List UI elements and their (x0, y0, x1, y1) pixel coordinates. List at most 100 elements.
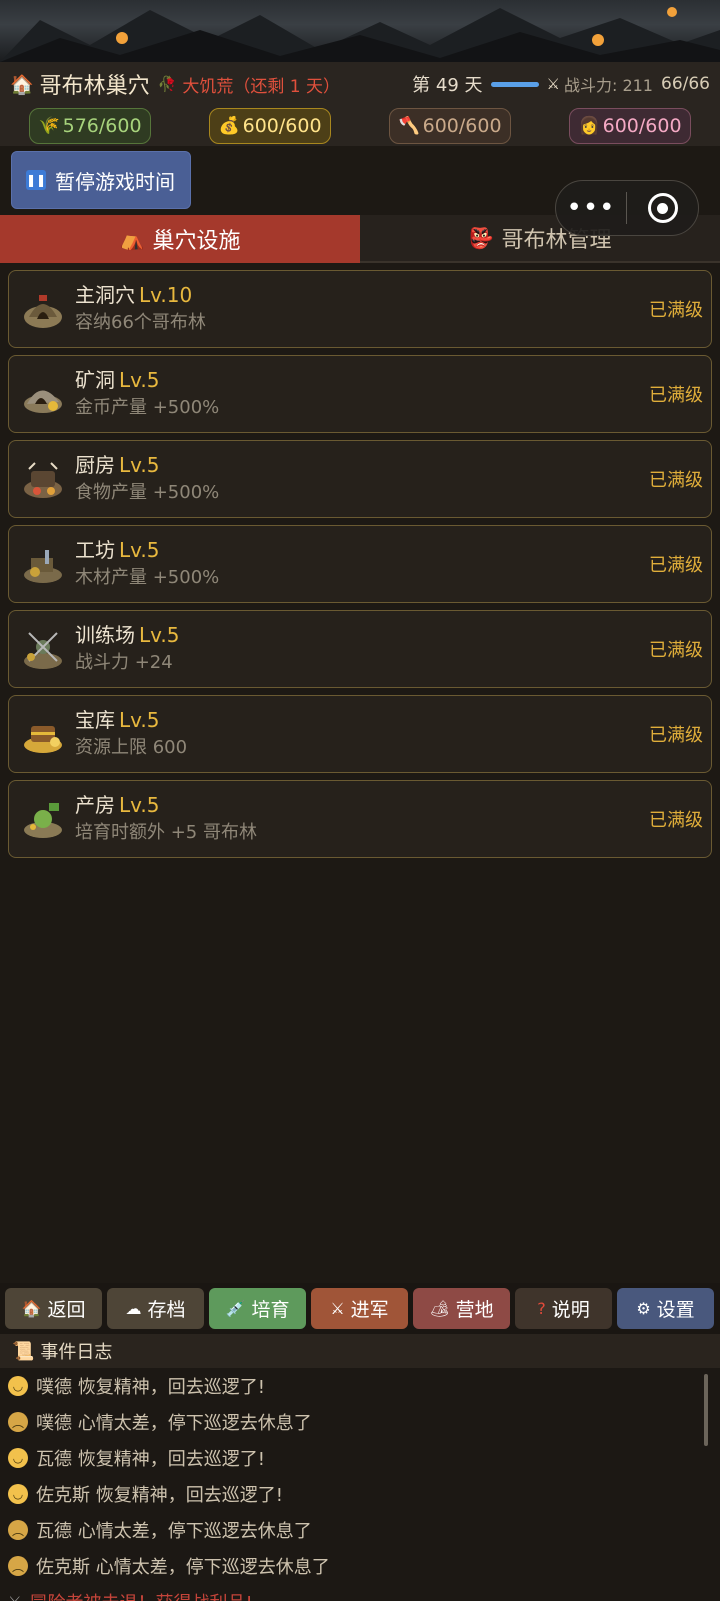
facility-list: 主洞穴 Lv.10 容纳66个哥布林 已满级 矿洞 Lv.5 金币产量 +500% … (8, 270, 712, 865)
facility-card-main-cave[interactable]: 主洞穴 Lv.10 容纳66个哥布林 已满级 (8, 270, 712, 348)
save-button[interactable]: ☁ 存档 (107, 1288, 204, 1329)
happy-face-icon: ◡ (8, 1484, 28, 1504)
wood-value: 600/600 (422, 115, 502, 137)
log-entry: ︵ 佐克斯 心情太差，停下巡逻去休息了 (0, 1548, 720, 1584)
page-title: 哥布林巢穴 (39, 74, 150, 99)
day-counter: 第 49 天 (412, 75, 483, 96)
facility-status: 已满级 (649, 810, 703, 831)
march-label: 进军 (350, 1299, 389, 1321)
facility-level: Lv.5 (119, 453, 160, 477)
event-log-header: 📜 事件日志 (0, 1334, 720, 1368)
breed-button[interactable]: 💉 培育 (209, 1288, 306, 1329)
camp-label: 营地 (455, 1299, 494, 1321)
resource-women: 👩 600/600 (569, 108, 691, 144)
question-icon: ? (537, 1299, 546, 1318)
wheat-icon: 🌾 (38, 116, 60, 136)
facility-name: 矿洞 (75, 368, 115, 392)
axe-icon: 🪓 (398, 116, 420, 136)
log-entry: ◡ 瓦德 恢复精神，回去巡逻了! (0, 1440, 720, 1476)
facility-status: 已满级 (649, 640, 703, 661)
facility-status: 已满级 (649, 555, 703, 576)
swords-icon: ⚔ (8, 1593, 21, 1601)
facility-effect: 食物产量 +500% (75, 482, 220, 503)
sad-face-icon: ︵ (8, 1520, 28, 1540)
resource-wood: 🪓 600/600 (389, 108, 511, 144)
woman-icon: 👩 (578, 116, 600, 136)
event-log-title: 事件日志 (40, 1342, 113, 1363)
log-scrollbar[interactable] (704, 1374, 708, 1446)
log-entry: ︵ 瓦德 心情太差，停下巡逻去休息了 (0, 1512, 720, 1548)
help-label: 说明 (551, 1299, 590, 1321)
money-bag-icon: 💰 (218, 116, 240, 136)
resource-bar: 🌾 576/600 💰 600/600 🪓 600/600 👩 600/600 (0, 106, 720, 146)
happy-face-icon: ◡ (8, 1376, 28, 1396)
facility-card-nursery[interactable]: 产房 Lv.5 培育时额外 +5 哥布林 已满级 (8, 780, 712, 858)
march-button[interactable]: ⚔ 进军 (311, 1288, 408, 1329)
swords-icon: ⚔ (330, 1299, 345, 1318)
facility-card-treasury[interactable]: 宝库 Lv.5 资源上限 600 已满级 (8, 695, 712, 773)
pause-game-button[interactable]: ❚❚ 暂停游戏时间 (11, 151, 191, 209)
log-text: 瓦德 心情太差，停下巡逻去休息了 (36, 1521, 312, 1542)
settings-button[interactable]: ⚙ 设置 (617, 1288, 714, 1329)
facility-effect: 战斗力 +24 (75, 652, 173, 673)
facility-card-mine[interactable]: 矿洞 Lv.5 金币产量 +500% 已满级 (8, 355, 712, 433)
close-miniprogram-button[interactable] (627, 193, 698, 223)
tab-facilities-label: 巢穴设施 (152, 229, 241, 254)
combat-power: 战斗力: 211 (563, 76, 653, 95)
log-text: 噗德 恢复精神，回去巡逻了! (36, 1377, 265, 1398)
facility-card-training-ground[interactable]: 训练场 Lv.5 战斗力 +24 已满级 (8, 610, 712, 688)
bottom-nav: 🏠 返回 ☁ 存档 💉 培育 ⚔ 进军 🏕 营地 ? 说明 ⚙ 设置 (0, 1283, 720, 1334)
more-menu-icon[interactable]: ••• (556, 180, 626, 236)
day-progress-bar (490, 81, 539, 87)
facility-status: 已满级 (649, 385, 703, 406)
pause-icon: ❚❚ (26, 170, 46, 190)
event-log: ◡ 噗德 恢复精神，回去巡逻了! ︵ 噗德 心情太差，停下巡逻去休息了 ◡ 瓦德 恢复… (0, 1368, 720, 1601)
swords-icon: ⚔ (546, 75, 560, 93)
facility-card-workshop[interactable]: 工坊 Lv.5 木材产量 +500% 已满级 (8, 525, 712, 603)
facility-card-kitchen[interactable]: 厨房 Lv.5 食物产量 +500% 已满级 (8, 440, 712, 518)
facility-level: Lv.10 (139, 283, 193, 307)
save-label: 存档 (147, 1299, 186, 1321)
log-entry: ◡ 佐克斯 恢复精神，回去巡逻了! (0, 1476, 720, 1512)
back-label: 返回 (47, 1299, 86, 1321)
log-entry: ⚔ 冒险者被击退！获得战利品! (0, 1584, 720, 1601)
record-icon (647, 193, 678, 223)
happy-face-icon: ◡ (8, 1448, 28, 1468)
women-value: 600/600 (602, 115, 682, 137)
log-entry: ◡ 噗德 恢复精神，回去巡逻了! (0, 1368, 720, 1404)
settings-label: 设置 (656, 1299, 695, 1321)
back-button[interactable]: 🏠 返回 (5, 1288, 102, 1329)
camp-icon: 🏕 (429, 1299, 450, 1318)
facility-effect: 培育时额外 +5 哥布林 (75, 822, 257, 843)
facility-name: 产房 (75, 793, 115, 817)
facility-effect: 金币产量 +500% (75, 397, 220, 418)
facility-status: 已满级 (649, 725, 703, 746)
home-icon: 🏠 (10, 73, 34, 96)
pause-label: 暂停游戏时间 (55, 169, 175, 194)
log-text: 瓦德 恢复精神，回去巡逻了! (36, 1449, 265, 1470)
log-text: 噗德 心情太差，停下巡逻去休息了 (36, 1413, 312, 1434)
resource-food: 🌾 576/600 (29, 108, 151, 144)
camp-button[interactable]: 🏕 营地 (413, 1288, 510, 1329)
breed-label: 培育 (251, 1299, 290, 1321)
tent-icon: ⛺ (119, 227, 145, 251)
cave-icon (24, 295, 62, 328)
nursery-icon (24, 803, 62, 838)
mine-icon (24, 390, 62, 413)
treasure-icon (24, 726, 62, 753)
help-button[interactable]: ? 说明 (515, 1288, 612, 1329)
food-value: 576/600 (62, 115, 142, 137)
goblin-mask-icon: 👺 (468, 226, 494, 250)
log-entry: ︵ 噗德 心情太差，停下巡逻去休息了 (0, 1404, 720, 1440)
info-bar: 🏠 哥布林巢穴 🥀 大饥荒（还剩 1 天） 第 49 天 ⚔ 战斗力: 211 … (0, 62, 720, 106)
facility-status: 已满级 (649, 470, 703, 491)
facility-level: Lv.5 (119, 793, 160, 817)
sad-face-icon: ︵ (8, 1556, 28, 1576)
log-text: 冒险者被击退！获得战利品! (29, 1589, 252, 1601)
scroll-icon: 📜 (12, 1340, 35, 1362)
house-icon: 🏠 (21, 1299, 42, 1318)
facility-level: Lv.5 (119, 538, 160, 562)
miniprogram-capsule: ••• (555, 180, 699, 236)
tab-facilities[interactable]: ⛺ 巢穴设施 (0, 215, 360, 263)
facility-name: 训练场 (75, 623, 135, 647)
